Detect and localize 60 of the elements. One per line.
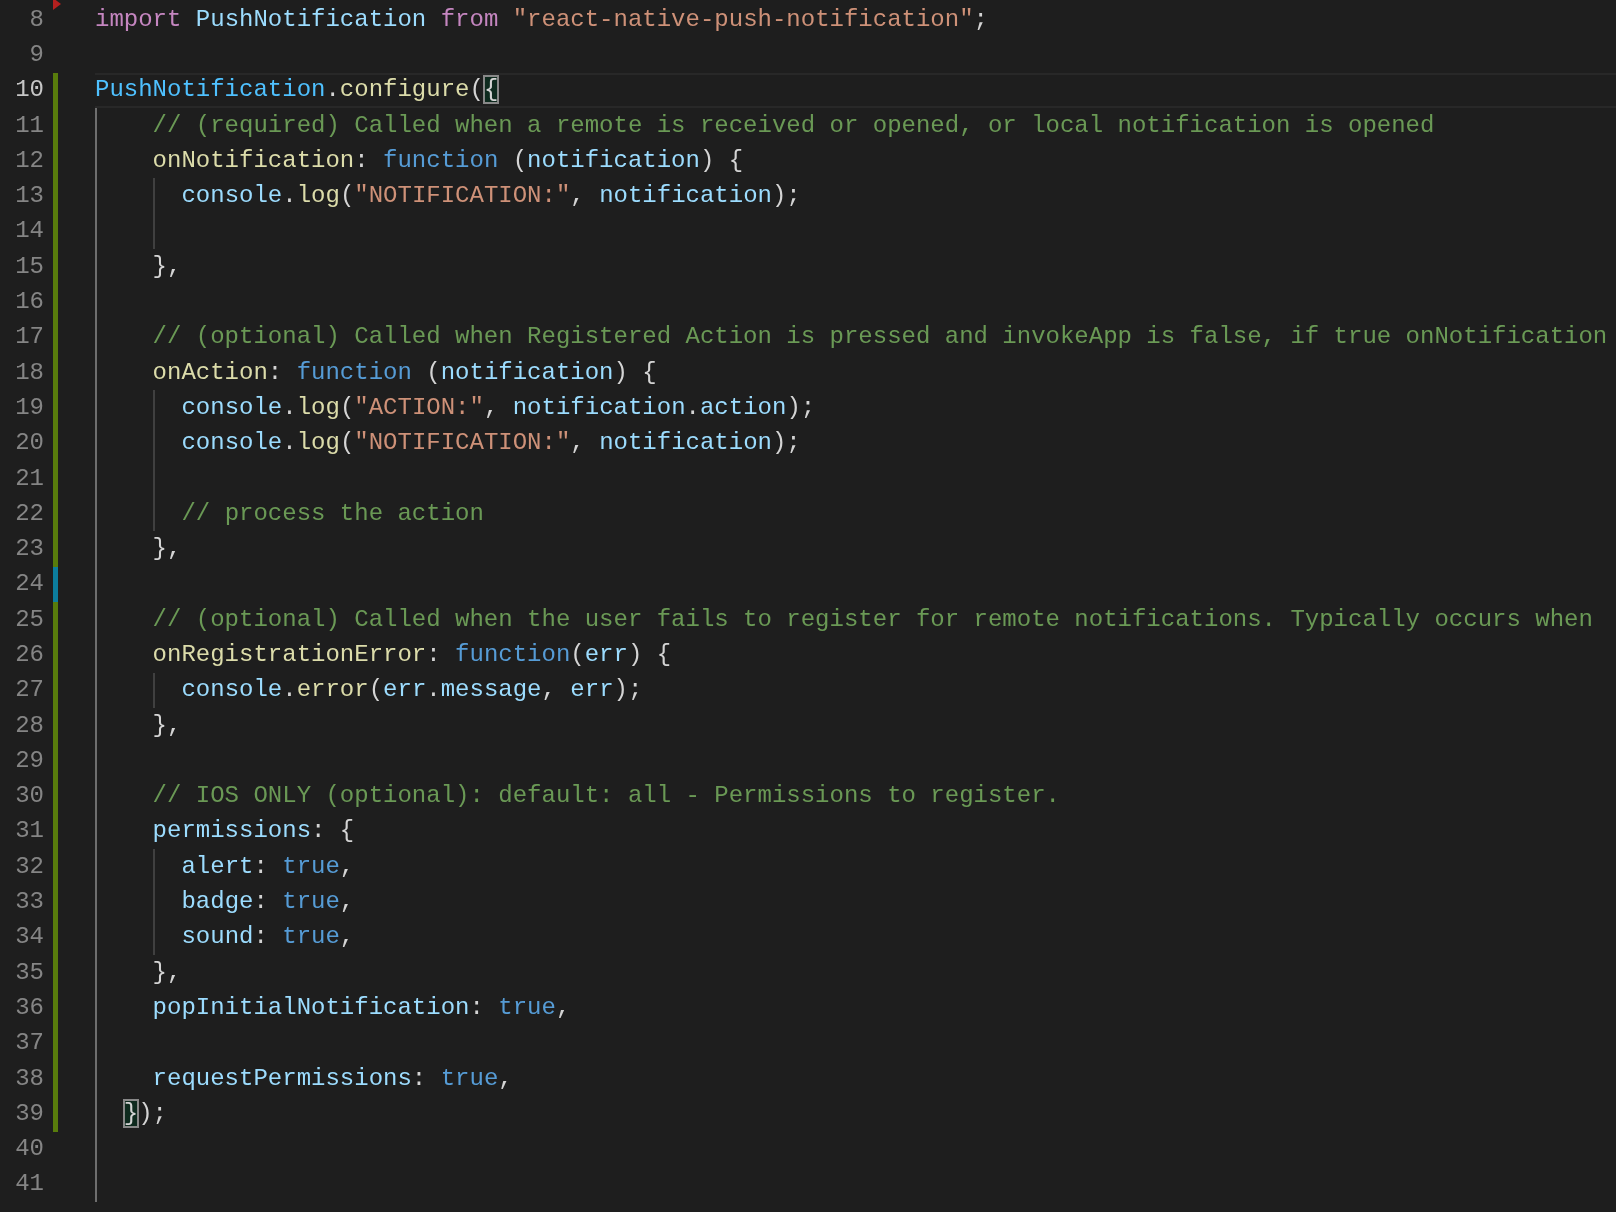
line-number: 16 [14,287,44,317]
code-line: }); [123,1098,168,1129]
code-line: console.log("ACTION:", notification.action); [181,392,816,423]
code-line: }, [152,710,182,741]
code-line: }, [152,251,182,282]
code-line: alert: true, [181,851,355,882]
line-number: 12 [14,145,44,176]
code-line: import PushNotification from "react-native-push-notification"; [95,4,988,35]
line-number: 37 [14,1028,44,1059]
code-line: permissions: { [152,816,355,847]
line-number: 19 [14,392,44,423]
line-number: 21 [14,463,44,494]
line-number: 14 [14,216,44,247]
line-number: 20 [14,428,44,459]
line-number: 31 [14,816,44,847]
code-line: badge: true, [181,887,355,918]
line-number: 23 [14,534,44,565]
line-number: 36 [14,992,44,1023]
line-number: 24 [14,569,44,600]
code-line: // (optional) Called when the user fails to register for remote notifications. Typically occurs when [152,604,1593,635]
code-line: // process the action [181,498,484,529]
code-line: PushNotification.configure({ [95,75,499,106]
line-number: 34 [14,922,44,953]
line-number: 39 [14,1098,44,1129]
line-number: 9 [28,39,44,70]
line-number: 8 [28,4,44,35]
code-line: }, [152,957,182,988]
line-number: 41 [14,1169,44,1200]
line-number: 10 [14,75,44,106]
line-number: 17 [14,322,44,353]
code-line: sound: true, [181,922,355,953]
code-line: onNotification: function (notification) { [152,145,744,176]
line-number: 11 [14,110,44,141]
code-line: console.log("NOTIFICATION:", notification); [181,428,801,459]
line-number: 27 [14,675,44,706]
line-number: 30 [14,781,44,812]
line-number: 32 [14,851,44,882]
line-number: 22 [14,498,44,529]
line-number: 15 [14,251,44,282]
code-line: console.error(err.message, err); [181,675,643,706]
line-number: 25 [14,604,44,635]
code-line: // (optional) Called when Registered Action is pressed and invokeApp is false, if true onNotification [152,322,1608,353]
code-line: onRegistrationError: function(err) { [152,640,672,670]
code-line: // (required) Called when a remote is received or opened, or local notification is opened [152,110,1435,141]
code-line: onAction: function (notification) { [152,357,657,388]
code-line: console.log("NOTIFICATION:", notification); [181,181,801,212]
code-line: requestPermissions: true, [152,1063,513,1094]
code-line: // IOS ONLY (optional): default: all - Permissions to register. [152,781,1060,812]
deletion-marker-icon [53,0,61,10]
code-line: popInitialNotification: true, [152,992,571,1023]
line-number: 26 [14,640,44,670]
line-number: 29 [14,745,44,776]
line-number: 33 [14,887,44,918]
line-number: 35 [14,957,44,988]
code-line: }, [152,534,182,565]
line-number: 18 [14,357,44,388]
line-number: 38 [14,1063,44,1094]
line-number: 28 [14,710,44,741]
line-number: 13 [14,181,44,212]
line-number: 40 [14,1134,44,1165]
